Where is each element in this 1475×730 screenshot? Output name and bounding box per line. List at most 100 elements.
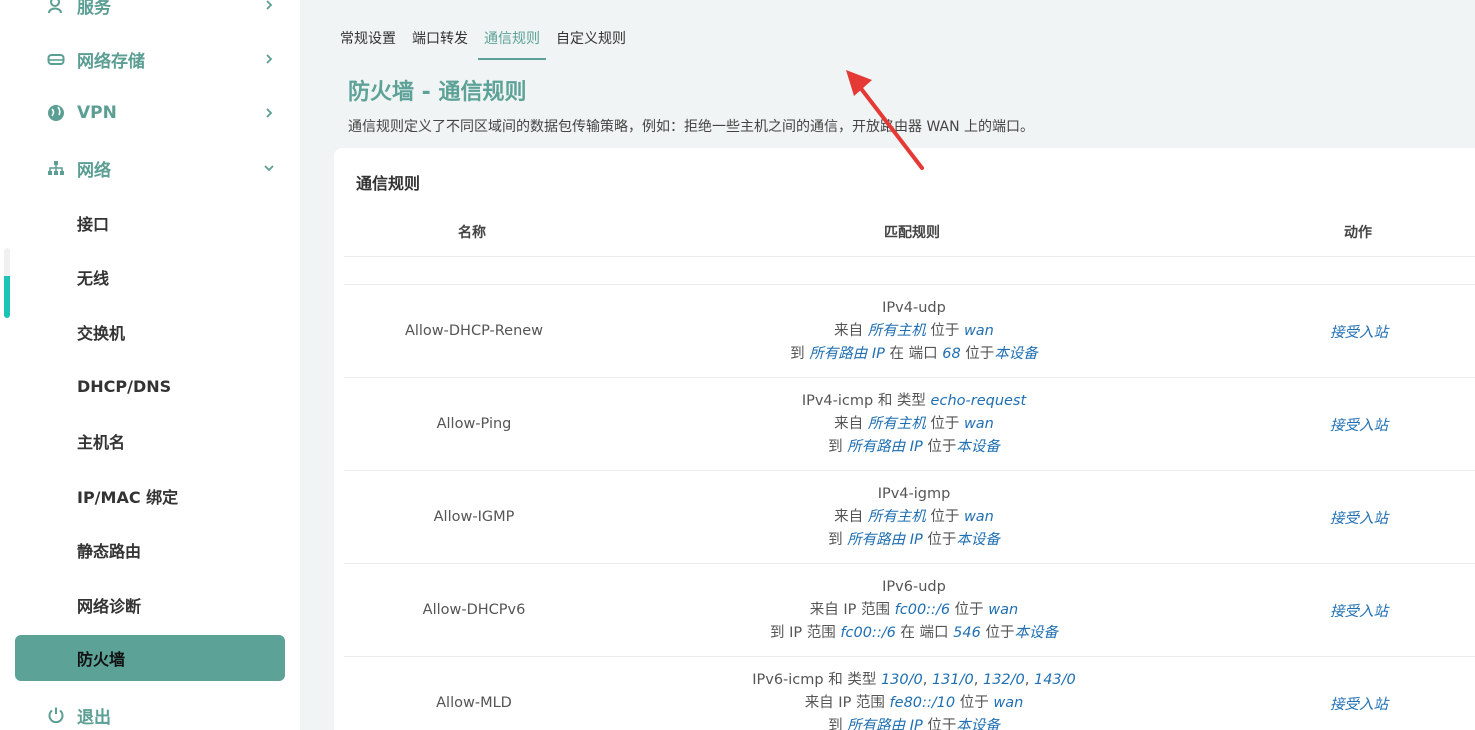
sidebar-item-wireless[interactable]: 无线 — [15, 254, 285, 300]
match-line: 到 所有路由 IP 位于本设备 — [828, 436, 1000, 459]
match-line: 来自 所有主机 位于 wan — [834, 413, 994, 436]
match-text: IPv4-udp — [882, 299, 946, 316]
match-text: 到 — [790, 345, 810, 362]
sidebar: 服务 网络存储 VPN 网络 接口 无线 交换机 DHCP/DNS 主机名 IP… — [0, 0, 300, 730]
table-row: Allow-MLD IPv6-icmp 和 类型 130/0, 131/0, 13… — [344, 656, 1475, 730]
match-text: 在 端口 — [884, 345, 943, 362]
rule-match: IPv4-icmp 和 类型 echo-request 来自 所有主机 位于 wa… — [664, 378, 1164, 470]
match-value: 所有主机 — [867, 508, 926, 525]
match-text: 到 — [828, 531, 848, 548]
match-text: IPv6-icmp 和 类型 — [752, 671, 881, 688]
match-text: , — [973, 671, 983, 688]
sidebar-item-label: 网络存储 — [77, 51, 145, 72]
sidebar-item-interfaces[interactable]: 接口 — [15, 200, 285, 246]
match-text: 来自 — [834, 415, 868, 432]
sidebar-item-label: 退出 — [77, 707, 111, 728]
page-title: 防火墙 - 通信规则 — [348, 80, 527, 105]
column-header-action: 动作 — [1344, 225, 1372, 241]
match-text: IPv4-igmp — [877, 485, 951, 502]
main-content: 常规设置 端口转发 通信规则 自定义规则 防火墙 - 通信规则 通信规则定义了不… — [300, 0, 1475, 730]
match-line: IPv6-udp — [882, 576, 946, 599]
sidebar-item-services[interactable]: 服务 — [15, 0, 285, 28]
tab-traffic-rules[interactable]: 通信规则 — [478, 20, 546, 60]
traffic-rules-card: 通信规则 名称 匹配规则 动作 Allow-DHCP-Renew IPv4-udp… — [334, 148, 1475, 730]
sidebar-item-hostnames[interactable]: 主机名 — [15, 418, 285, 464]
match-value: 本设备 — [956, 438, 1000, 455]
match-text: 位于 — [922, 531, 957, 548]
match-text: 来自 IP 范围 — [809, 601, 895, 618]
table-row: Allow-Ping IPv4-icmp 和 类型 echo-request 来自 … — [344, 377, 1475, 470]
match-value: 所有主机 — [867, 322, 926, 339]
sidebar-item-network[interactable]: 网络 — [15, 145, 285, 191]
sidebar-item-ip-mac-binding[interactable]: IP/MAC 绑定 — [15, 473, 285, 519]
rule-match: IPv4-igmp 来自 所有主机 位于 wan 到 所有路由 IP 位于本设备 — [664, 471, 1164, 563]
table-row: Allow-DHCP-Renew IPv4-udp 来自 所有主机 位于 wan 到 … — [344, 284, 1475, 377]
match-text: 在 端口 — [895, 624, 954, 641]
match-text: 位于 — [922, 717, 957, 730]
rule-action-link[interactable]: 接受入站 — [1330, 600, 1388, 621]
rule-name: Allow-Ping — [436, 416, 512, 432]
sidebar-item-static-routes[interactable]: 静态路由 — [15, 527, 285, 573]
rule-match: IPv4-udp 来自 所有主机 位于 wan 到 所有路由 IP 在 端口 68 … — [664, 285, 1164, 377]
rule-action-link[interactable]: 接受入站 — [1330, 321, 1388, 342]
match-line: 来自 IP 范围 fe80::/10 位于 wan — [805, 692, 1024, 715]
sidebar-item-logout[interactable]: 退出 — [15, 692, 285, 730]
sidebar-item-switch[interactable]: 交换机 — [15, 309, 285, 355]
match-value: fc00::/6 — [840, 624, 896, 641]
match-value: 143/0 — [1033, 671, 1076, 688]
user-icon — [45, 0, 67, 16]
rule-action-link[interactable]: 接受入站 — [1330, 414, 1388, 435]
sidebar-item-label: 网络 — [77, 160, 111, 181]
match-line: 到 所有路由 IP 在 端口 68 位于本设备 — [790, 343, 1038, 366]
sidebar-item-label: VPN — [77, 103, 117, 123]
rule-action-link[interactable]: 接受入站 — [1330, 693, 1388, 714]
match-line: 来自 所有主机 位于 wan — [834, 320, 994, 343]
match-line: 来自 所有主机 位于 wan — [834, 506, 994, 529]
chevron-right-icon — [263, 0, 275, 11]
drive-icon — [45, 48, 67, 70]
rule-match: IPv6-udp 来自 IP 范围 fc00::/6 位于 wan 到 IP 范围 … — [664, 564, 1164, 656]
match-text: 位于 — [955, 694, 994, 711]
network-icon — [45, 157, 67, 179]
tab-general-settings[interactable]: 常规设置 — [334, 20, 402, 60]
sidebar-item-vpn[interactable]: VPN — [15, 90, 285, 136]
match-text: 位于 — [980, 624, 1015, 641]
chevron-down-icon — [263, 162, 275, 174]
card-title: 通信规则 — [356, 174, 421, 193]
chevron-right-icon — [263, 107, 275, 119]
sidebar-item-dhcp-dns[interactable]: DHCP/DNS — [15, 363, 285, 409]
sidebar-item-firewall[interactable]: 防火墙 — [15, 635, 285, 681]
rule-action: 接受入站 — [1284, 564, 1434, 656]
globe-icon — [45, 102, 67, 124]
sidebar-scroll-indicator[interactable] — [4, 248, 10, 318]
match-text: IPv6-udp — [882, 578, 946, 595]
match-text: 位于 — [950, 601, 989, 618]
match-text: 来自 IP 范围 — [804, 694, 890, 711]
match-text: 到 — [828, 438, 848, 455]
match-value: 68 — [942, 345, 961, 362]
match-value: 所有路由 IP — [847, 438, 923, 455]
sidebar-item-diagnostics[interactable]: 网络诊断 — [15, 582, 285, 628]
rule-action-link[interactable]: 接受入站 — [1330, 507, 1388, 528]
table-row: Allow-DHCPv6 IPv6-udp 来自 IP 范围 fc00::/6 位于… — [344, 563, 1475, 656]
sidebar-item-label: 服务 — [77, 0, 111, 18]
table-row: Allow-IGMP IPv4-igmp 来自 所有主机 位于 wan 到 所有路由 … — [344, 470, 1475, 563]
match-value: 所有路由 IP — [847, 531, 923, 548]
match-value: 131/0 — [931, 671, 974, 688]
match-line: IPv4-udp — [882, 297, 946, 320]
tab-custom-rules[interactable]: 自定义规则 — [550, 20, 632, 60]
match-text: 来自 — [834, 322, 868, 339]
match-text: 位于 — [922, 438, 957, 455]
power-icon — [45, 704, 67, 726]
sidebar-item-network-storage[interactable]: 网络存储 — [15, 36, 285, 82]
tab-port-forwards[interactable]: 端口转发 — [406, 20, 474, 60]
match-value: wan — [963, 508, 994, 525]
match-value: 所有路由 IP — [847, 717, 923, 730]
match-line: IPv6-icmp 和 类型 130/0, 131/0, 132/0, 143/… — [752, 669, 1076, 692]
match-text: 到 IP 范围 — [770, 624, 841, 641]
rule-name: Allow-IGMP — [433, 509, 515, 525]
rule-match: IPv6-icmp 和 类型 130/0, 131/0, 132/0, 143/… — [664, 657, 1164, 730]
chevron-right-icon — [263, 53, 275, 65]
match-value: wan — [988, 601, 1019, 618]
rule-action: 接受入站 — [1284, 657, 1434, 730]
